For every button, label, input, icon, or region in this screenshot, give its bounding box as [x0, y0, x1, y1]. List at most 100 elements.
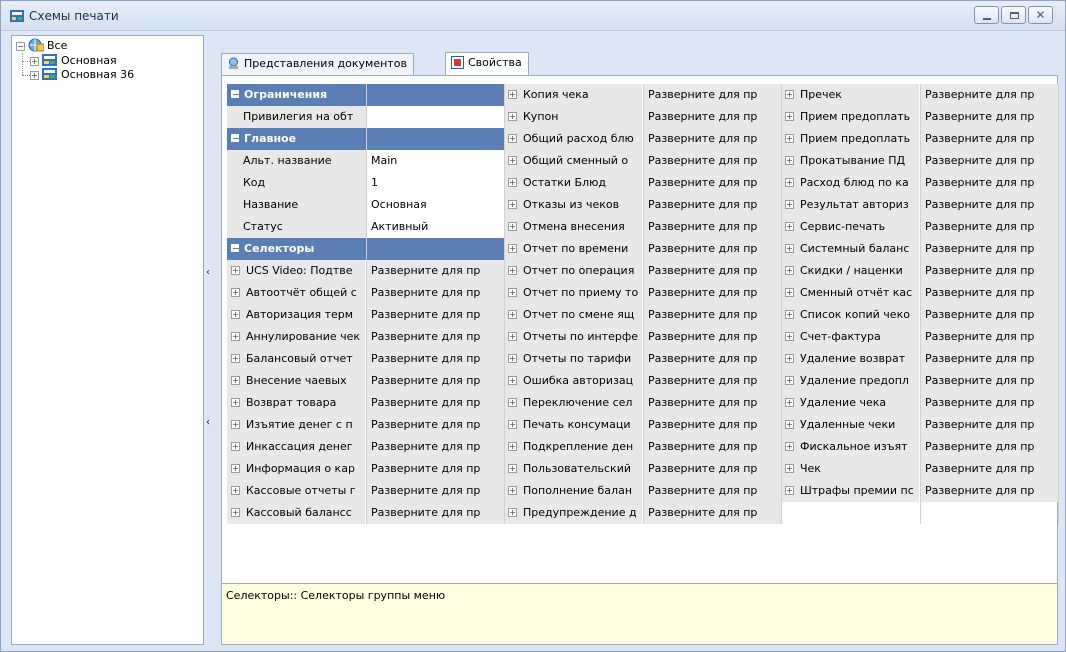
selector-name[interactable]: + Прокатывание ПД	[781, 150, 919, 172]
selector-value[interactable]: Разверните для пр	[920, 150, 1058, 172]
expand-icon[interactable]: +	[508, 485, 517, 495]
collapse-icon[interactable]	[231, 90, 239, 98]
expand-icon[interactable]: +	[785, 419, 794, 429]
property-value[interactable]: Основная	[366, 194, 503, 216]
expand-icon[interactable]: +	[785, 89, 794, 99]
selector-name[interactable]: + Удаление предопл	[781, 370, 919, 392]
property-value[interactable]: Main	[366, 150, 503, 172]
expand-icon[interactable]: +	[785, 397, 794, 407]
expand-icon[interactable]: +	[231, 353, 240, 363]
expand-icon[interactable]: +	[785, 485, 794, 495]
selector-value[interactable]: Разверните для пр	[643, 392, 781, 414]
selector-value[interactable]: Разверните для пр	[920, 304, 1058, 326]
expand-icon[interactable]: +	[508, 243, 517, 253]
expand-icon[interactable]: +	[785, 221, 794, 231]
selector-name[interactable]: + Отчет по времени	[504, 238, 642, 260]
selector-value[interactable]: Разверните для пр	[920, 106, 1058, 128]
selector-value[interactable]: Разверните для пр	[643, 370, 781, 392]
expand-icon[interactable]: +	[508, 177, 517, 187]
selector-name[interactable]: + Отчеты по интерфе	[504, 326, 642, 348]
selector-name[interactable]: + Инкассация денег	[227, 436, 365, 458]
selector-name[interactable]: + Отчет по приему то	[504, 282, 642, 304]
tree-node-all[interactable]: − Все	[16, 38, 67, 54]
selector-value[interactable]: Разверните для пр	[366, 414, 504, 436]
expand-icon[interactable]: +	[30, 56, 39, 66]
property-name[interactable]: Код	[227, 172, 366, 194]
collapse-icon[interactable]: −	[16, 41, 25, 51]
selector-value[interactable]: Разверните для пр	[366, 370, 504, 392]
selector-name[interactable]: + Купон	[504, 106, 642, 128]
selector-name[interactable]: + Отчет по смене ящ	[504, 304, 642, 326]
expand-icon[interactable]: +	[231, 397, 240, 407]
expand-icon[interactable]: +	[508, 265, 517, 275]
selector-name[interactable]: + Фискальное изъят	[781, 436, 919, 458]
selector-value[interactable]: Разверните для пр	[366, 502, 504, 524]
property-name[interactable]: Альт. название	[227, 150, 366, 172]
expand-icon[interactable]: +	[508, 111, 517, 121]
selector-name[interactable]: + Сервис-печать	[781, 216, 919, 238]
expand-icon[interactable]: +	[785, 331, 794, 341]
selector-name[interactable]: + Чек	[781, 458, 919, 480]
expand-icon[interactable]: +	[785, 287, 794, 297]
expand-icon[interactable]: +	[508, 419, 517, 429]
property-name[interactable]: Статус	[227, 216, 366, 238]
expand-icon[interactable]: +	[508, 221, 517, 231]
selector-name[interactable]: + Удаление возврат	[781, 348, 919, 370]
close-button[interactable]: ✕	[1028, 6, 1053, 24]
selector-name[interactable]: + Предупреждение д	[504, 502, 642, 524]
selector-name[interactable]: + Общий расход блю	[504, 128, 642, 150]
selector-value[interactable]: Разверните для пр	[366, 458, 504, 480]
selector-value[interactable]: Разверните для пр	[920, 370, 1058, 392]
selector-value[interactable]: Разверните для пр	[920, 348, 1058, 370]
collapse-icon[interactable]	[231, 134, 239, 142]
expand-icon[interactable]: +	[785, 353, 794, 363]
tab-document-views[interactable]: Представления документов	[221, 53, 414, 77]
selector-value[interactable]: Разверните для пр	[643, 304, 781, 326]
expand-icon[interactable]: +	[231, 287, 240, 297]
property-name[interactable]: Привилегия на обт	[227, 106, 366, 128]
selector-value[interactable]: Разверните для пр	[920, 480, 1058, 502]
expand-icon[interactable]: +	[30, 70, 39, 80]
selector-value[interactable]: Разверните для пр	[643, 260, 781, 282]
selector-name[interactable]: + Удаление чека	[781, 392, 919, 414]
selector-name[interactable]: + Прием предоплать	[781, 128, 919, 150]
selector-name[interactable]: + Внесение чаевых	[227, 370, 365, 392]
selector-name[interactable]: + Подкрепление ден	[504, 436, 642, 458]
selector-value[interactable]: Разверните для пр	[366, 282, 504, 304]
expand-icon[interactable]: +	[785, 177, 794, 187]
expand-icon[interactable]: +	[508, 463, 517, 473]
selector-name[interactable]: + Удаленные чеки	[781, 414, 919, 436]
tab-properties[interactable]: Свойства	[445, 52, 529, 77]
selector-name[interactable]: + Копия чека	[504, 84, 642, 106]
selector-name[interactable]: + Информация о кар	[227, 458, 365, 480]
selector-name[interactable]: + Расход блюд по ка	[781, 172, 919, 194]
selector-value[interactable]: Разверните для пр	[643, 502, 781, 524]
selector-name[interactable]: + Переключение сел	[504, 392, 642, 414]
selector-value[interactable]: Разверните для пр	[643, 480, 781, 502]
expand-icon[interactable]: +	[785, 111, 794, 121]
expand-icon[interactable]: +	[508, 331, 517, 341]
selector-value[interactable]: Разверните для пр	[643, 414, 781, 436]
selector-name[interactable]: + Изъятие денег с п	[227, 414, 365, 436]
selector-name[interactable]: + Кассовые отчеты г	[227, 480, 365, 502]
selector-value[interactable]: Разверните для пр	[366, 480, 504, 502]
expand-icon[interactable]: +	[231, 375, 240, 385]
collapse-left-icon[interactable]: ‹	[206, 417, 213, 429]
selector-name[interactable]: + Пользовательский	[504, 458, 642, 480]
selector-name[interactable]: + Системный баланс	[781, 238, 919, 260]
expand-icon[interactable]: +	[231, 463, 240, 473]
expand-icon[interactable]: +	[508, 89, 517, 99]
expand-icon[interactable]: +	[231, 265, 240, 275]
selector-value[interactable]: Разверните для пр	[366, 392, 504, 414]
expand-icon[interactable]: +	[508, 507, 517, 517]
expand-icon[interactable]: +	[231, 419, 240, 429]
selector-name[interactable]: + Возврат товара	[227, 392, 365, 414]
expand-icon[interactable]: +	[785, 265, 794, 275]
selector-name[interactable]: + Пречек	[781, 84, 919, 106]
selector-value[interactable]: Разверните для пр	[643, 150, 781, 172]
minimize-button[interactable]	[974, 6, 999, 24]
expand-icon[interactable]: +	[508, 287, 517, 297]
selector-value[interactable]: Разверните для пр	[920, 194, 1058, 216]
expand-icon[interactable]: +	[508, 441, 517, 451]
selector-value[interactable]: Разверните для пр	[643, 282, 781, 304]
